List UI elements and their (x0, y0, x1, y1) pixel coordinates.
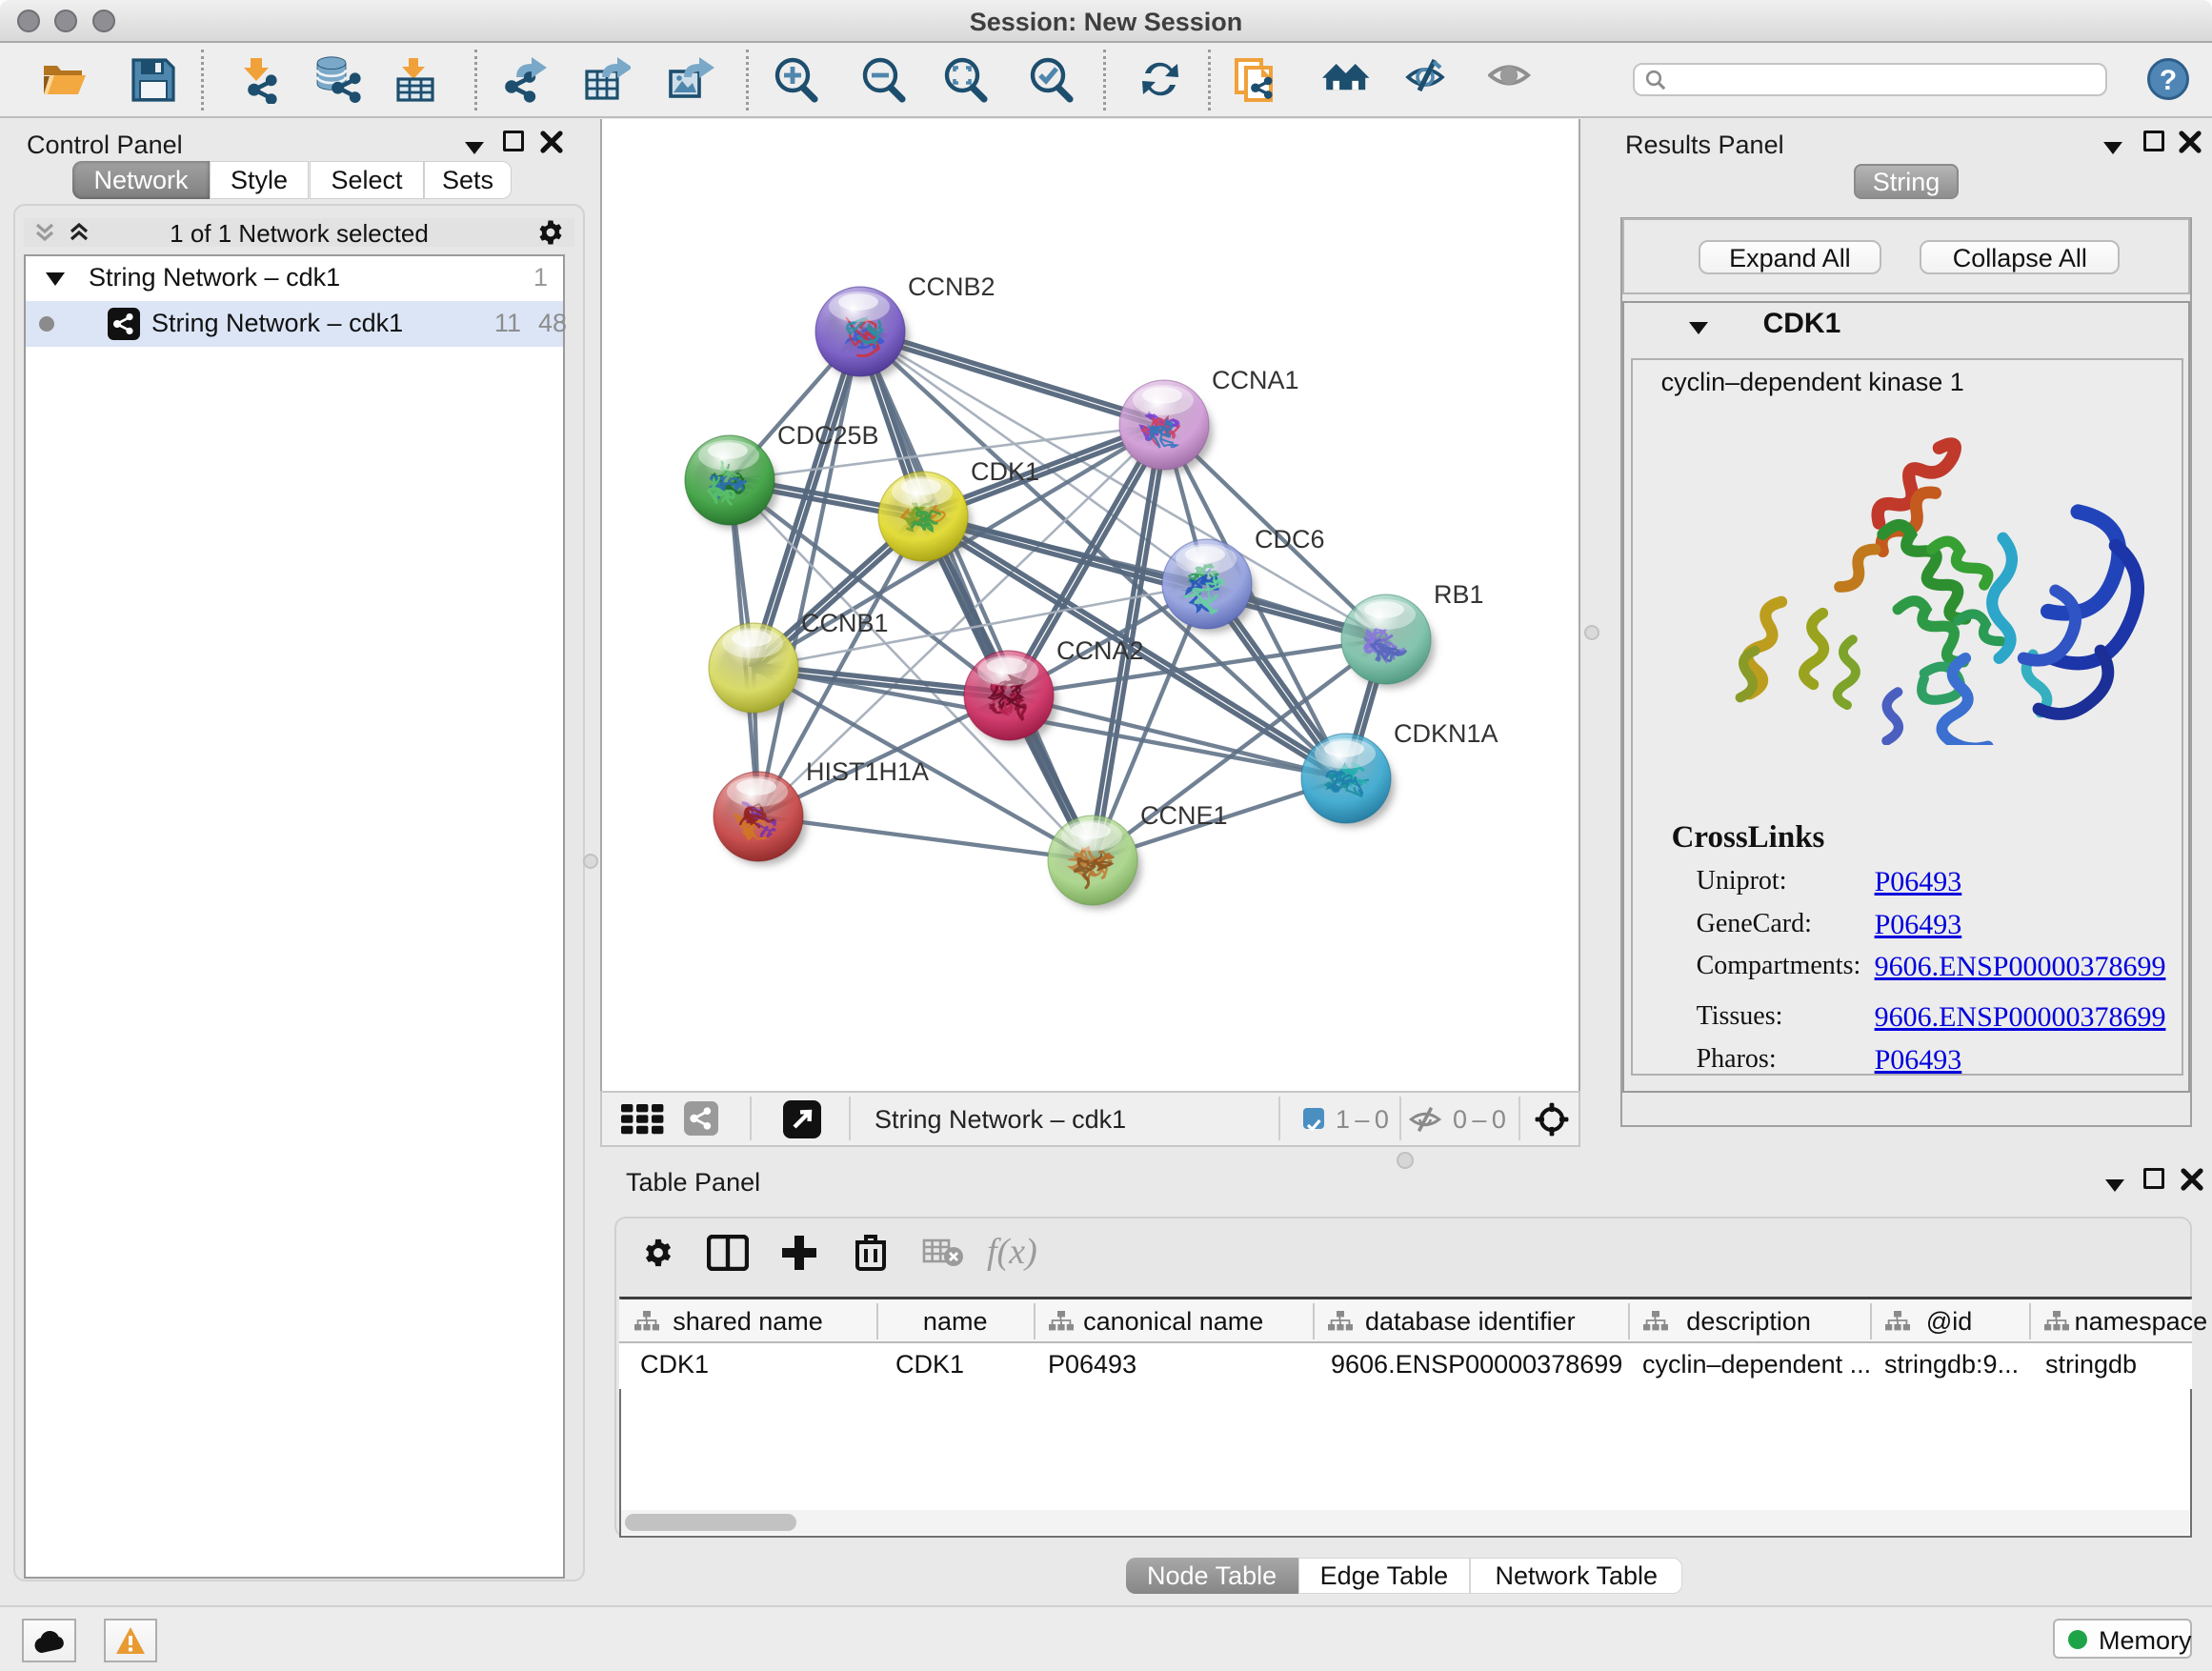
svg-text:CCNB1: CCNB1 (801, 609, 889, 637)
svg-text:CCNB2: CCNB2 (908, 272, 995, 301)
svg-text:CDC25B: CDC25B (777, 421, 879, 450)
svg-text:HIST1H1A: HIST1H1A (806, 757, 929, 786)
svg-text:CDC6: CDC6 (1255, 525, 1325, 554)
svg-text:CCNA2: CCNA2 (1056, 636, 1144, 665)
svg-text:CCNA1: CCNA1 (1212, 366, 1299, 394)
svg-text:CDKN1A: CDKN1A (1394, 719, 1498, 748)
svg-text:CCNE1: CCNE1 (1140, 801, 1228, 830)
svg-text:RB1: RB1 (1434, 580, 1484, 609)
svg-text:CDK1: CDK1 (971, 457, 1039, 486)
